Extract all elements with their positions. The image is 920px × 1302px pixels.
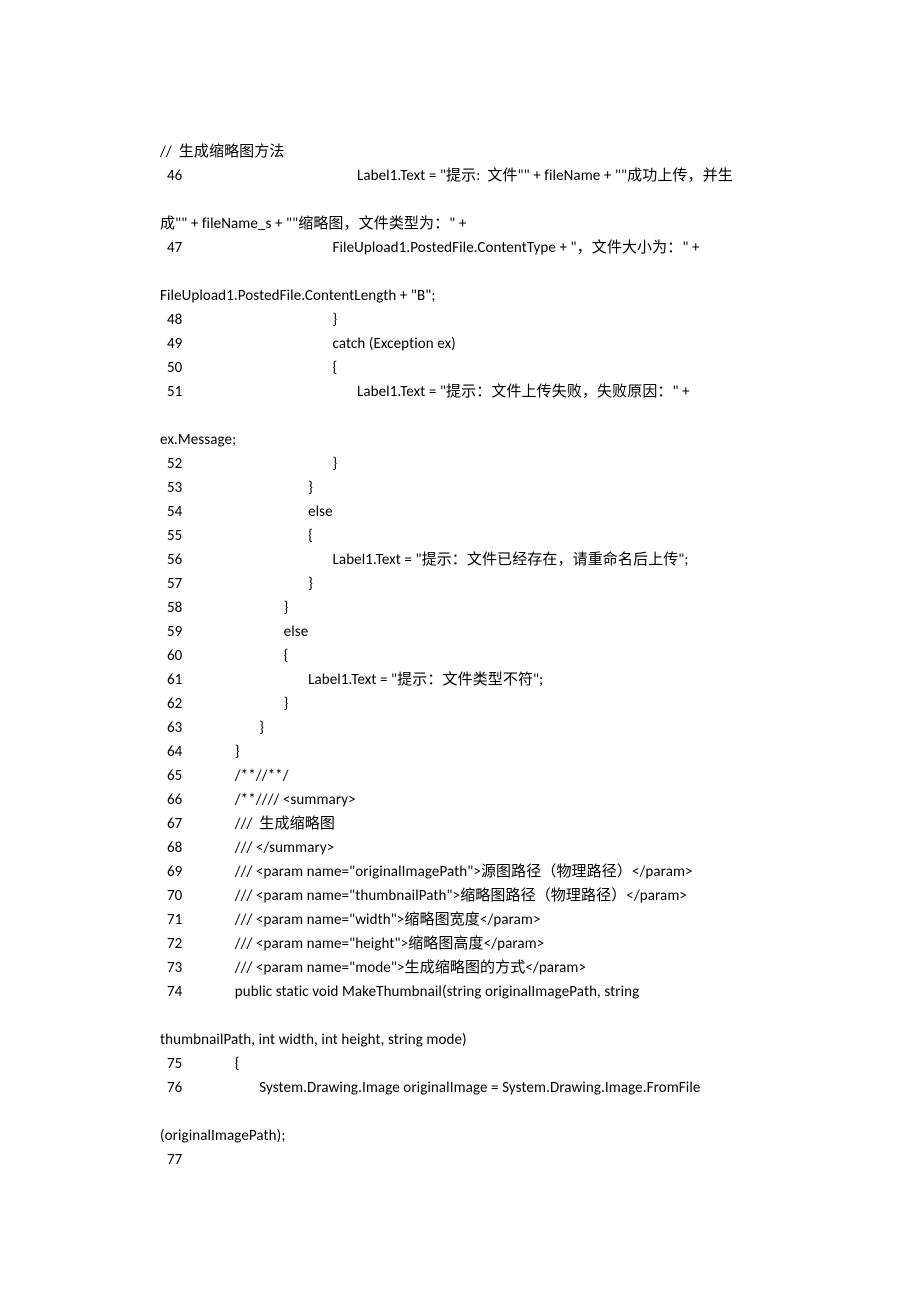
code-line: 73 /// <param name="mode">生成缩略图的方式</para… — [160, 956, 765, 980]
code-line: FileUpload1.PostedFile.ContentLength + "… — [160, 284, 765, 308]
code-line: 47 FileUpload1.PostedFile.ContentType + … — [160, 236, 765, 260]
blank-line — [160, 1100, 765, 1124]
code-line: 53 } — [160, 476, 765, 500]
code-line: ex.Message; — [160, 428, 765, 452]
code-line: 63 } — [160, 716, 765, 740]
code-line: 61 Label1.Text = "提示：文件类型不符"; — [160, 668, 765, 692]
code-block: 46 Label1.Text = "提示: 文件"" + fileName + … — [160, 164, 765, 1172]
code-line: 成"" + fileName_s + ""缩略图，文件类型为：" + — [160, 212, 765, 236]
code-line: 50 { — [160, 356, 765, 380]
blank-line — [160, 260, 765, 284]
code-line: 46 Label1.Text = "提示: 文件"" + fileName + … — [160, 164, 765, 188]
code-line: 55 { — [160, 524, 765, 548]
code-line: 70 /// <param name="thumbnailPath">缩略图路径… — [160, 884, 765, 908]
code-line: 74 public static void MakeThumbnail(stri… — [160, 980, 765, 1004]
code-line: thumbnailPath, int width, int height, st… — [160, 1028, 765, 1052]
code-line: 75 { — [160, 1052, 765, 1076]
code-line: 68 /// </summary> — [160, 836, 765, 860]
code-line: 58 } — [160, 596, 765, 620]
code-line: 69 /// <param name="originalImagePath">源… — [160, 860, 765, 884]
page-header: // 生成缩略图方法 — [160, 140, 765, 164]
code-line: 60 { — [160, 644, 765, 668]
code-line: 65 /**//**/ — [160, 764, 765, 788]
code-line: 49 catch (Exception ex) — [160, 332, 765, 356]
code-line: 67 /// 生成缩略图 — [160, 812, 765, 836]
code-line: 54 else — [160, 500, 765, 524]
document-page: // 生成缩略图方法 46 Label1.Text = "提示: 文件"" + … — [0, 0, 920, 1252]
code-line: 56 Label1.Text = "提示：文件已经存在，请重命名后上传"; — [160, 548, 765, 572]
code-line: 59 else — [160, 620, 765, 644]
code-line: 52 } — [160, 452, 765, 476]
blank-line — [160, 1004, 765, 1028]
code-line: 57 } — [160, 572, 765, 596]
code-line: 72 /// <param name="height">缩略图高度</param… — [160, 932, 765, 956]
code-line: 76 System.Drawing.Image originalImage = … — [160, 1076, 765, 1100]
blank-line — [160, 404, 765, 428]
code-line: 66 /**//// <summary> — [160, 788, 765, 812]
code-line: 48 } — [160, 308, 765, 332]
code-line: 51 Label1.Text = "提示：文件上传失败，失败原因：" + — [160, 380, 765, 404]
code-line: (originalImagePath); — [160, 1124, 765, 1148]
blank-line — [160, 188, 765, 212]
code-line: 64 } — [160, 740, 765, 764]
code-line: 62 } — [160, 692, 765, 716]
code-line: 71 /// <param name="width">缩略图宽度</param> — [160, 908, 765, 932]
code-line: 77 — [160, 1148, 765, 1172]
